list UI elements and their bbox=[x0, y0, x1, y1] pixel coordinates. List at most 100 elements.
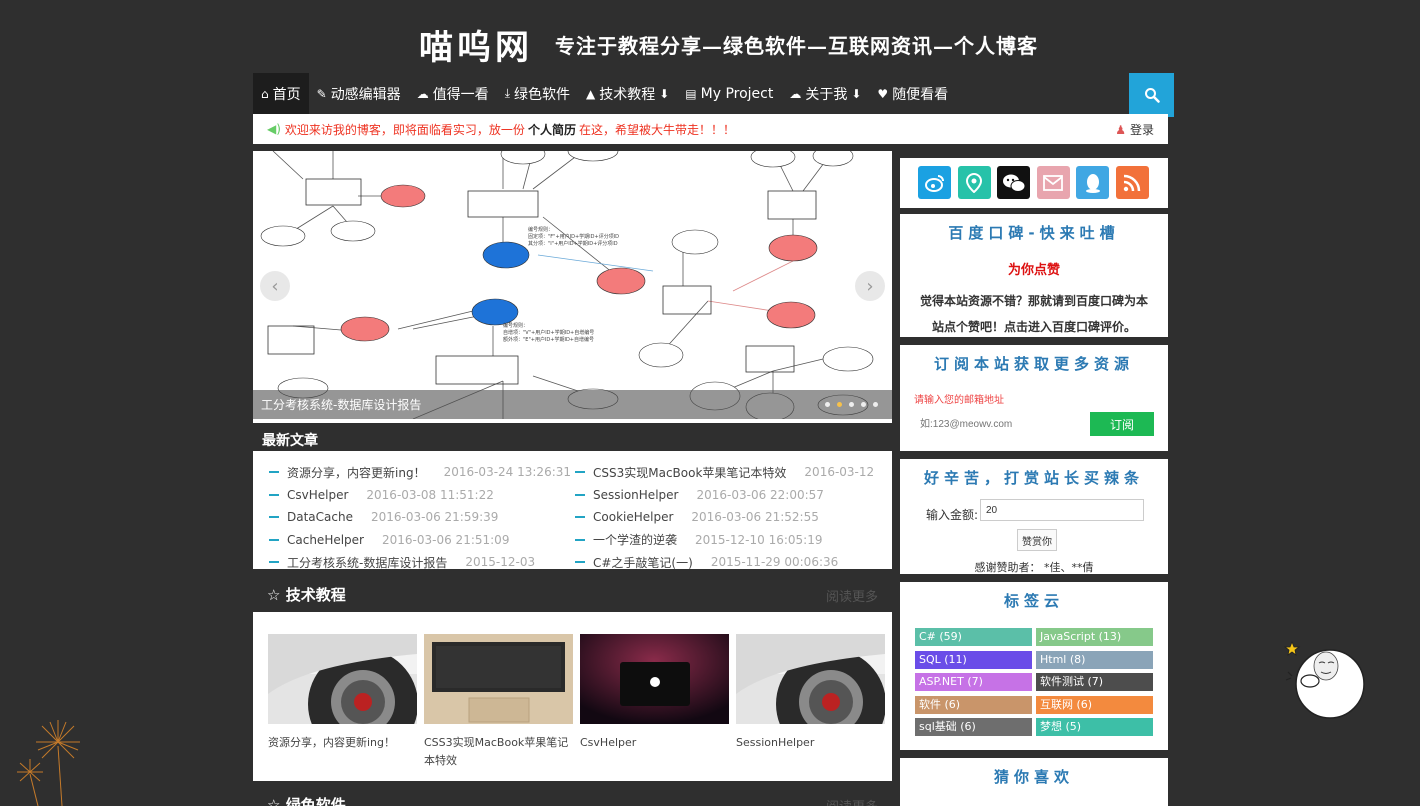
tag-item[interactable]: 软件 (6) bbox=[915, 695, 1032, 714]
mascot-decoration[interactable] bbox=[1280, 636, 1370, 722]
article-link[interactable]: CacheHelper bbox=[287, 533, 364, 547]
guess-title: 猜你喜欢 bbox=[993, 768, 1074, 786]
slider-dot[interactable] bbox=[861, 402, 866, 407]
article-link[interactable]: DataCache bbox=[287, 510, 353, 524]
site-logo[interactable]: 喵呜网 bbox=[419, 20, 533, 69]
article-link[interactable]: 工分考核系统-数据库设计报告 bbox=[287, 554, 447, 571]
tech-card[interactable]: SessionHelper bbox=[736, 634, 886, 759]
article-date: 2015-12-03 bbox=[465, 555, 536, 570]
periscope-icon[interactable] bbox=[957, 166, 991, 199]
article-link[interactable]: 一个学渣的逆袭 bbox=[593, 531, 677, 548]
article-link[interactable]: CSS3实现MacBook苹果笔记本特效 bbox=[593, 464, 786, 481]
tag-item[interactable]: sql基础 (6) bbox=[915, 718, 1032, 736]
donate-title: 好辛苦，打赏站长买辣条 bbox=[923, 469, 1144, 487]
home-icon: ⌂ bbox=[261, 86, 269, 101]
card-caption[interactable]: CSS3实现MacBook苹果笔记本特效 bbox=[424, 734, 573, 770]
dandelion-decoration bbox=[17, 720, 80, 806]
thumbnail-image[interactable] bbox=[736, 634, 886, 759]
card-caption[interactable]: CsvHelper bbox=[580, 734, 729, 752]
nav-item-2[interactable]: ☁ 值得一看 bbox=[409, 73, 497, 114]
list-item: CacheHelper 2016-03-06 21:51:09 bbox=[269, 529, 571, 552]
nav-label: 技术教程 bbox=[599, 86, 656, 103]
bullet-bar bbox=[269, 516, 279, 519]
nav-item-3[interactable]: ⤓ 绿色软件 bbox=[497, 73, 578, 114]
volume-icon: ◀) bbox=[267, 122, 281, 136]
slider-dot[interactable] bbox=[825, 402, 830, 407]
thumbnail-image[interactable] bbox=[424, 634, 573, 724]
koubei-description[interactable]: 觉得本站资源不错？那就请到百度口碑为本站点个赞吧！点击进入百度口碑评价。 bbox=[900, 278, 1168, 340]
nav-item-0[interactable]: ⌂ 首页 bbox=[253, 73, 309, 114]
slider-dot[interactable] bbox=[873, 402, 878, 407]
email-field[interactable] bbox=[914, 412, 1084, 436]
card-caption[interactable]: SessionHelper bbox=[736, 734, 885, 752]
svg-text:编号规则：: 编号规则： bbox=[503, 322, 528, 329]
tech-read-more-link[interactable]: 阅读更多 bbox=[826, 586, 878, 605]
article-date: 2016-03-06 21:59:39 bbox=[370, 510, 499, 525]
article-date: 2016-03-06 22:00:57 bbox=[696, 487, 824, 502]
article-link[interactable]: 资源分享，内容更新ing！ bbox=[287, 464, 426, 481]
nav-item-6[interactable]: ☁ 关于我 ⬇ bbox=[781, 73, 869, 114]
weibo-icon[interactable] bbox=[918, 166, 951, 199]
card-caption[interactable]: 资源分享，内容更新ing！ bbox=[268, 734, 417, 752]
slider-prev-button[interactable]: ‹ bbox=[260, 271, 290, 301]
tag-cloud: 标签云 C# (59) JavaScript (13) SQL (11) Html (… bbox=[900, 582, 1168, 750]
donate-button[interactable]: 赞赏你 bbox=[1017, 529, 1057, 551]
article-link[interactable]: CsvHelper bbox=[287, 488, 348, 502]
search-button[interactable] bbox=[1129, 73, 1174, 117]
nav-item-1[interactable]: ✎ 动感编辑器 bbox=[309, 73, 409, 114]
tag-item[interactable]: Html (8) bbox=[1036, 650, 1153, 669]
bullet-bar bbox=[575, 516, 585, 519]
mail-icon[interactable] bbox=[1036, 166, 1070, 199]
bullet-bar bbox=[269, 471, 279, 474]
list-item: CsvHelper 2016-03-08 11:51:22 bbox=[269, 484, 571, 507]
nav-label: 值得一看 bbox=[432, 86, 489, 103]
software-read-more-link[interactable]: 阅读更多 bbox=[826, 796, 878, 806]
star-icon: ☆ bbox=[267, 586, 281, 604]
tech-card[interactable]: 资源分享，内容更新ing！ bbox=[268, 634, 418, 759]
article-link[interactable]: C#之手敲笔记(一) bbox=[593, 554, 693, 571]
tag-item[interactable]: ASP.NET (7) bbox=[915, 673, 1032, 691]
tag-item[interactable]: 软件测试 (7) bbox=[1036, 673, 1153, 691]
slider-caption-bar: 工分考核系统-数据库设计报告 bbox=[253, 390, 892, 419]
nav-item-5[interactable]: ▤ My Project bbox=[677, 73, 781, 114]
chevron-left-icon: ‹ bbox=[271, 275, 279, 297]
notice-tail: 在这，希望被大牛带走！！！ bbox=[578, 122, 735, 137]
article-link[interactable]: SessionHelper bbox=[593, 488, 678, 502]
subscribe-button[interactable]: 订阅 bbox=[1090, 412, 1154, 436]
amount-label: 输入金额: bbox=[926, 508, 979, 522]
thumbnail-image[interactable] bbox=[268, 634, 418, 759]
slider-dot[interactable] bbox=[837, 402, 842, 407]
bullet-bar bbox=[269, 561, 279, 564]
file-icon: ▤ bbox=[685, 86, 697, 101]
tag-item[interactable]: SQL (11) bbox=[915, 650, 1032, 669]
tag-item[interactable]: 互联网 (6) bbox=[1036, 695, 1153, 714]
slider-caption[interactable]: 工分考核系统-数据库设计报告 bbox=[261, 396, 421, 413]
tag-item[interactable]: 梦想 (5) bbox=[1036, 718, 1153, 736]
koubei-title: 百度口碑-快来吐槽 bbox=[948, 224, 1120, 242]
resume-link[interactable]: 个人简历 bbox=[528, 121, 576, 138]
article-date: 2016-03-06 21:51:09 bbox=[382, 532, 510, 547]
tech-card[interactable]: CsvHelper bbox=[580, 634, 729, 752]
article-link[interactable]: CookieHelper bbox=[593, 510, 673, 524]
tech-cards: 资源分享，内容更新ing！ CSS3实现MacBook苹果笔记本特效 CsvHelp… bbox=[253, 612, 892, 781]
tech-card[interactable]: CSS3实现MacBook苹果笔记本特效 bbox=[424, 634, 573, 770]
slider-next-button[interactable]: › bbox=[855, 271, 885, 301]
koubei-subtitle[interactable]: 为你点赞 bbox=[900, 259, 1168, 278]
slider-dot[interactable] bbox=[849, 402, 854, 407]
tag-item[interactable]: JavaScript (13) bbox=[1036, 628, 1153, 646]
rss-icon[interactable] bbox=[1115, 166, 1149, 199]
svg-text:额外项："E"+用户ID+学期ID+自增编号: 额外项："E"+用户ID+学期ID+自增编号 bbox=[503, 336, 594, 343]
nav-item-4[interactable]: ▲ 技术教程 ⬇ bbox=[578, 73, 677, 114]
software-title-label: 绿色软件 bbox=[285, 796, 346, 806]
login-link[interactable]: ♟ 登录 bbox=[1115, 121, 1154, 138]
heart-icon: ♥ bbox=[877, 86, 889, 101]
wechat-icon[interactable] bbox=[997, 166, 1030, 199]
donate-thanks: 感谢赞助者： *佳、**倩 bbox=[974, 561, 1094, 574]
thumbnail-image[interactable] bbox=[580, 634, 729, 724]
amount-field[interactable] bbox=[980, 499, 1144, 521]
tag-item[interactable]: C# (59) bbox=[915, 628, 1032, 646]
nav-item-7[interactable]: ♥ 随便看看 bbox=[869, 73, 956, 114]
slide-image-er-diagram[interactable]: 编号规则： 固定项："F"+用户ID+学期ID+评分项ID 其分项："I"+用户… bbox=[253, 151, 892, 419]
list-item: CSS3实现MacBook苹果笔记本特效 2016-03-12 bbox=[575, 461, 874, 484]
qq-icon[interactable] bbox=[1076, 166, 1109, 199]
